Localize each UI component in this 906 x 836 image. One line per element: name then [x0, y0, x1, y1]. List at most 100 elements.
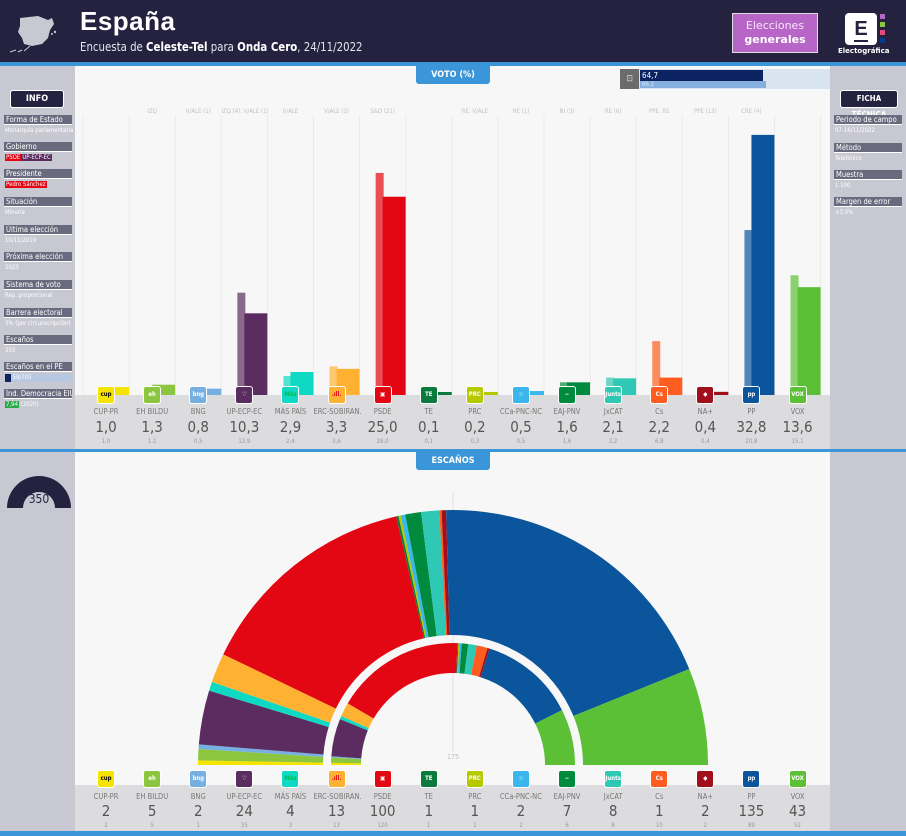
party-name: PRC: [468, 792, 482, 801]
seat-value: 2: [516, 802, 526, 820]
vote-previous: 3,6: [332, 438, 341, 445]
eu-group-label: NI (3): [559, 108, 575, 115]
seat-previous: 6: [565, 822, 569, 829]
seat-previous: 1: [427, 822, 431, 829]
party-name: VOX: [790, 792, 805, 801]
seat-value: 13: [327, 802, 346, 820]
eu-group-label: PPE (13): [693, 108, 717, 115]
party-logo-bng: bng: [189, 386, 208, 404]
bar-previous-PP: [744, 230, 753, 395]
party-logo-cca-pnc-nc: ☆: [511, 386, 530, 404]
seat-value: 5: [147, 802, 157, 820]
party-logo-vox: VOX: [788, 386, 807, 404]
party-logo-cup-pr: cup: [97, 770, 116, 788]
vote-previous: 12,9: [238, 438, 251, 445]
party-name: PSDE: [373, 792, 392, 801]
party-logo-up-ecp-ec: ♡: [235, 386, 254, 404]
bar-current-UP-ECP-EC: [244, 313, 268, 395]
majority-label: 175: [446, 753, 460, 761]
vote-previous: 1,6: [562, 438, 572, 445]
party-name: NA+: [697, 792, 713, 801]
eu-group-label: RE (6): [604, 108, 622, 115]
party-logo-bng: bng: [189, 770, 208, 788]
seat-value: 135: [738, 802, 765, 820]
seat-value: 43: [788, 802, 807, 820]
party-logo-jxcat: Junts: [604, 386, 623, 404]
party-name: ERC-SOBIRAN.: [313, 407, 362, 416]
party-logo-na-: ◆: [696, 386, 715, 404]
party-name: MÁS PAÍS: [274, 407, 307, 416]
eu-group-label: V/ALE: [282, 108, 299, 115]
party-logo-prc: PRC: [465, 386, 484, 404]
vote-previous: 2,4: [286, 438, 295, 445]
party-name: JxCAT: [603, 792, 623, 801]
party-logo-te: TE: [419, 386, 438, 404]
party-logo-m-s-pa-s: Más país: [281, 770, 300, 788]
party-logo-cs: Cs: [650, 770, 669, 788]
seat-value: 4: [286, 802, 295, 820]
vote-previous: 0,1: [424, 438, 434, 445]
eu-group-label: PPE, RE: [648, 108, 670, 115]
vote-previous: 0,3: [470, 438, 480, 445]
bar-current-VOX: [797, 287, 821, 395]
bar-previous-PSDE: [375, 172, 384, 395]
seat-previous: 52: [794, 822, 801, 829]
vote-value: 0,1: [418, 418, 440, 436]
party-logo-psde: ▣: [373, 770, 392, 788]
vote-value: 2,1: [602, 418, 624, 436]
seat-value: 1: [470, 802, 480, 820]
seat-value: 2: [193, 802, 203, 820]
vote-previous: 0,5: [516, 438, 526, 445]
footer-stripe: [0, 831, 906, 836]
seat-previous: 8: [611, 822, 615, 829]
eu-group-label: RE, V/ALE: [461, 108, 488, 115]
seat-value: 7: [562, 802, 572, 820]
vote-previous: 2,2: [608, 438, 618, 445]
eu-group-label: RE (1): [512, 108, 530, 115]
vote-previous: 1,0: [101, 438, 111, 445]
party-logo-eh-bildu: eh bildu: [143, 770, 162, 788]
eu-group-label: IZQ (4), V/ALE (1): [221, 108, 269, 115]
vote-value: 1,3: [141, 418, 163, 436]
party-logo-pp: pp: [742, 386, 761, 404]
party-logo-eaj-pnv: ∽: [558, 386, 577, 404]
party-name: CCa-PNC-NC: [499, 792, 542, 801]
vote-bar-chart: [82, 115, 822, 395]
seat-value: 2: [701, 802, 710, 820]
seat-previous: 3: [288, 822, 293, 829]
seat-previous: 2: [519, 822, 523, 829]
party-name: PRC: [468, 407, 482, 416]
seat-value: 1: [654, 802, 664, 820]
vote-previous: 20,8: [745, 438, 758, 445]
eu-group-label: IZQ: [147, 108, 157, 115]
party-logo-jxcat: Junts: [604, 770, 623, 788]
eu-group-label: S&D (21): [370, 108, 395, 115]
seat-previous: 1: [473, 822, 477, 829]
vote-value: 3,3: [325, 418, 348, 436]
party-logo-te: TE: [419, 770, 438, 788]
eu-group-label: V/ALE (2): [324, 108, 350, 115]
vote-previous: 1,1: [147, 438, 157, 445]
party-logo-pp: pp: [742, 770, 761, 788]
party-logo-erc-sobiran-: .ıll.: [327, 386, 346, 404]
party-name: PSDE: [373, 407, 392, 416]
party-name: EH BILDU: [136, 407, 169, 416]
party-logo-prc: PRC: [465, 770, 484, 788]
vote-value: 32,8: [736, 418, 767, 436]
party-logo-cs: Cs: [650, 386, 669, 404]
party-name: TE: [424, 407, 433, 416]
bar-previous-UP-ECP-EC: [237, 292, 246, 395]
party-logo-psde: ▣: [373, 386, 392, 404]
party-name: Cs: [655, 792, 664, 801]
party-name: CUP-PR: [93, 792, 119, 801]
party-name: NA+: [697, 407, 713, 416]
party-logo-eaj-pnv: ∽: [558, 770, 577, 788]
party-logo-eh-bildu: eh bildu: [143, 386, 162, 404]
seat-previous: 1: [196, 822, 200, 829]
party-name: ERC-SOBIRAN.: [313, 792, 362, 801]
party-logo-vox: VOX: [788, 770, 807, 788]
party-name: BNG: [190, 407, 206, 416]
eu-group-label: V/ALE (1): [185, 108, 211, 115]
party-name: PP: [747, 407, 756, 416]
vote-value: 10,3: [229, 418, 260, 436]
